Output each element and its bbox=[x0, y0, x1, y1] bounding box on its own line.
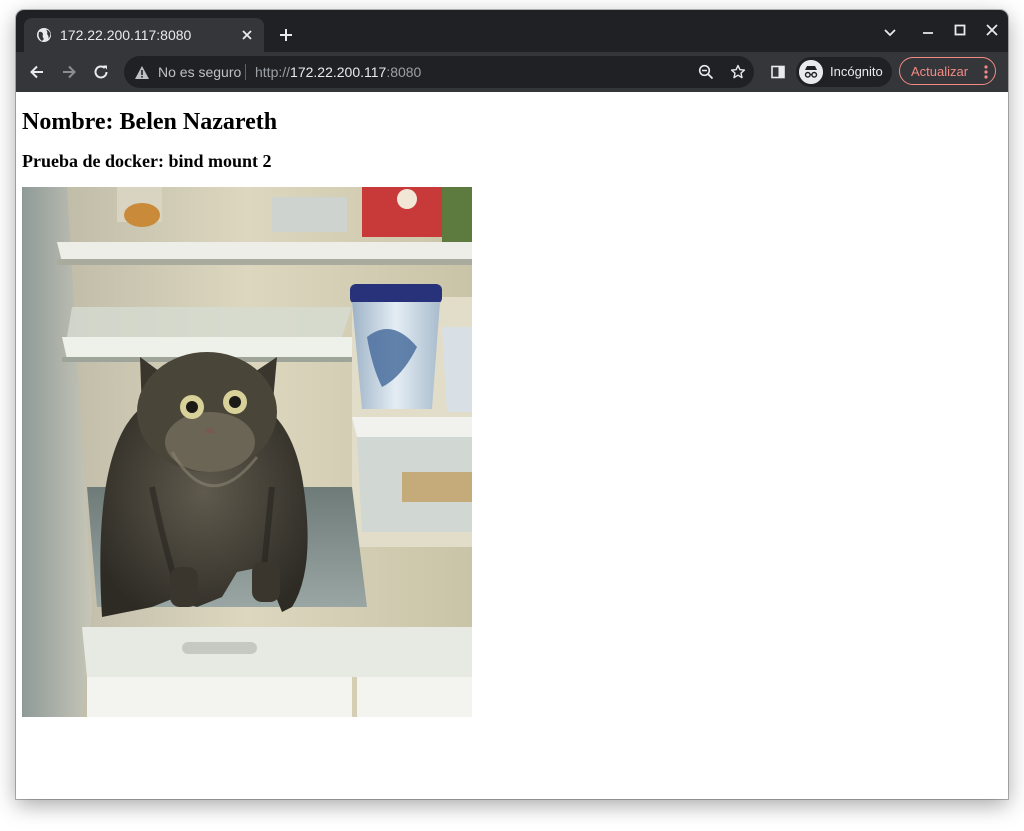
incognito-indicator[interactable]: Incógnito bbox=[796, 57, 892, 87]
address-bar[interactable]: No es seguro http://172.22.200.117:8080 bbox=[124, 56, 754, 88]
url-text[interactable]: http://172.22.200.117:8080 bbox=[255, 64, 421, 80]
new-tab-icon[interactable] bbox=[278, 27, 294, 43]
page-content: Nombre: Belen Nazareth Prueba de docker:… bbox=[16, 92, 1008, 799]
close-window-icon[interactable] bbox=[984, 22, 1000, 38]
minimize-icon[interactable] bbox=[920, 24, 936, 40]
update-button[interactable]: Actualizar bbox=[899, 57, 996, 85]
incognito-label: Incógnito bbox=[830, 64, 883, 79]
url-port: :8080 bbox=[386, 64, 422, 80]
page-subheading: Prueba de docker: bind mount 2 bbox=[22, 151, 272, 171]
active-tab[interactable]: 172.22.200.117:8080 bbox=[24, 18, 264, 52]
reload-icon[interactable] bbox=[92, 63, 110, 81]
close-tab-icon[interactable] bbox=[240, 28, 254, 42]
page-heading: Nombre: Belen Nazareth bbox=[22, 109, 278, 135]
tab-title: 172.22.200.117:8080 bbox=[60, 27, 192, 43]
security-status[interactable]: No es seguro bbox=[158, 64, 241, 80]
warning-icon[interactable] bbox=[134, 65, 150, 80]
bookmark-star-icon[interactable] bbox=[730, 64, 746, 80]
more-menu-icon[interactable] bbox=[984, 64, 988, 80]
url-scheme: http:// bbox=[255, 64, 291, 80]
update-label: Actualizar bbox=[911, 64, 969, 79]
zoom-out-icon[interactable] bbox=[698, 64, 714, 80]
forward-icon[interactable] bbox=[60, 63, 78, 81]
browser-window: 172.22.200.117:8080 No es seguro http://… bbox=[16, 10, 1008, 799]
globe-icon bbox=[37, 28, 51, 42]
divider bbox=[245, 64, 246, 80]
incognito-icon bbox=[799, 60, 823, 84]
cat-in-fridge-photo bbox=[22, 187, 472, 717]
tab-strip: 172.22.200.117:8080 bbox=[16, 10, 1008, 52]
maximize-icon[interactable] bbox=[952, 22, 968, 38]
url-host: 172.22.200.117 bbox=[290, 64, 387, 80]
side-panel-icon[interactable] bbox=[770, 64, 786, 80]
back-icon[interactable] bbox=[28, 63, 46, 81]
browser-toolbar: No es seguro http://172.22.200.117:8080 bbox=[16, 52, 1008, 92]
chevron-down-icon[interactable] bbox=[882, 24, 898, 40]
